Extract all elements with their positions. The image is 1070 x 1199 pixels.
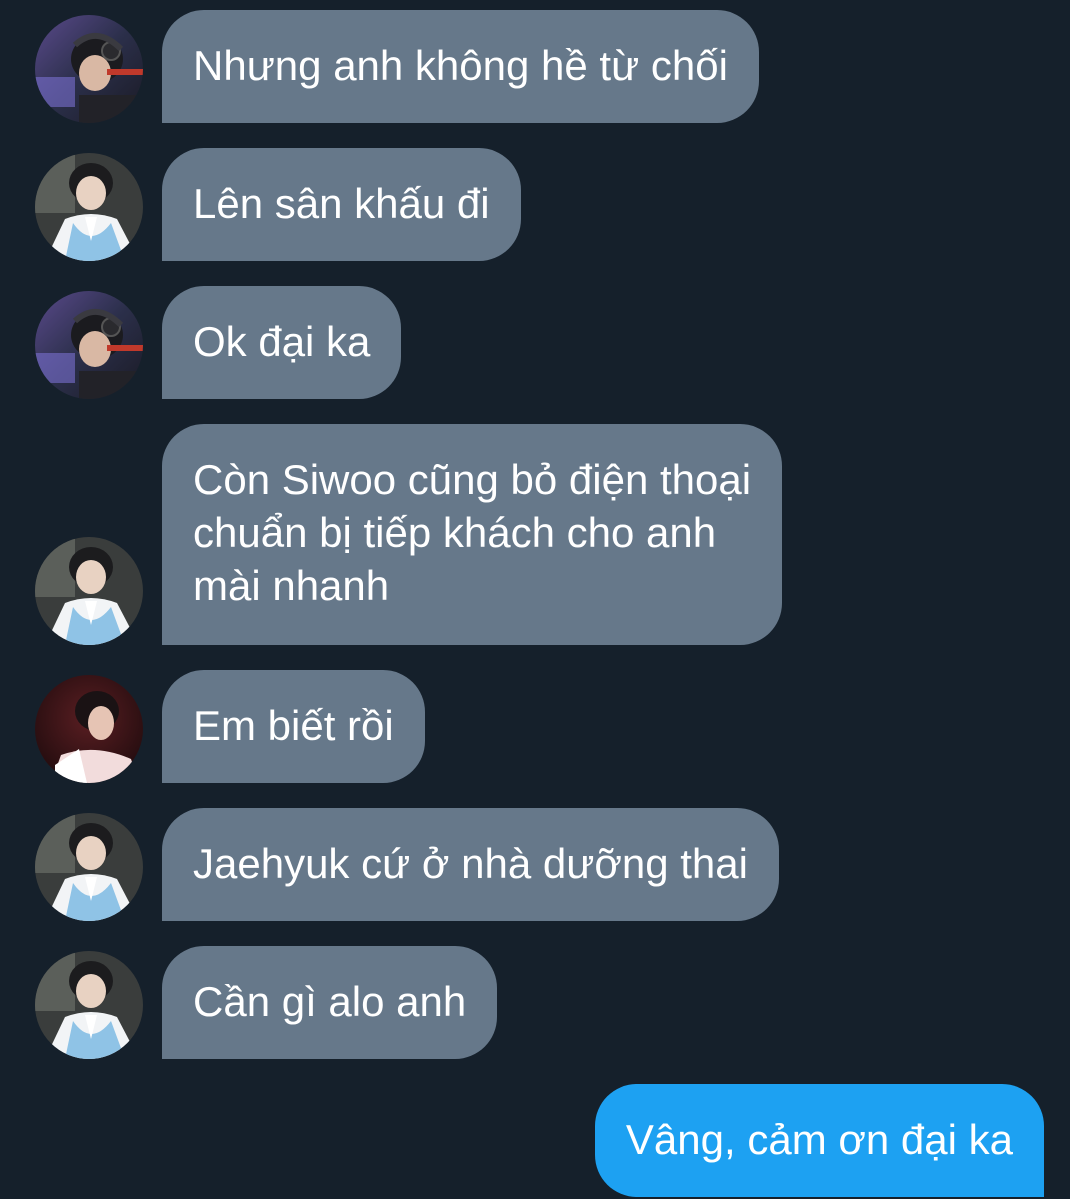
avatar-hanbok-user[interactable] bbox=[35, 951, 143, 1059]
message-bubble-incoming[interactable]: Jaehyuk cứ ở nhà dưỡng thai bbox=[162, 808, 779, 921]
avatar-headset-user[interactable] bbox=[35, 291, 143, 399]
message-bubble-incoming[interactable]: Nhưng anh không hề từ chối bbox=[162, 10, 759, 123]
avatar-headset-user[interactable] bbox=[35, 15, 143, 123]
avatar-hanbok-user[interactable] bbox=[35, 813, 143, 921]
avatar-profile-user[interactable] bbox=[35, 675, 143, 783]
message-bubble-incoming[interactable]: Em biết rồi bbox=[162, 670, 425, 783]
message-bubble-incoming[interactable]: Cần gì alo anh bbox=[162, 946, 498, 1059]
message-bubble-incoming[interactable]: Lên sân khấu đi bbox=[162, 148, 521, 261]
avatar-hanbok-user[interactable] bbox=[35, 153, 143, 261]
message-bubble-outgoing[interactable]: Vâng, cảm ơn đại ka bbox=[594, 1084, 1044, 1197]
message-bubble-incoming[interactable]: Còn Siwoo cũng bỏ điện thoại chuẩn bị ti… bbox=[162, 424, 783, 645]
message-bubble-incoming[interactable]: Ok đại ka bbox=[162, 286, 402, 399]
avatar-hanbok-user[interactable] bbox=[35, 537, 143, 645]
